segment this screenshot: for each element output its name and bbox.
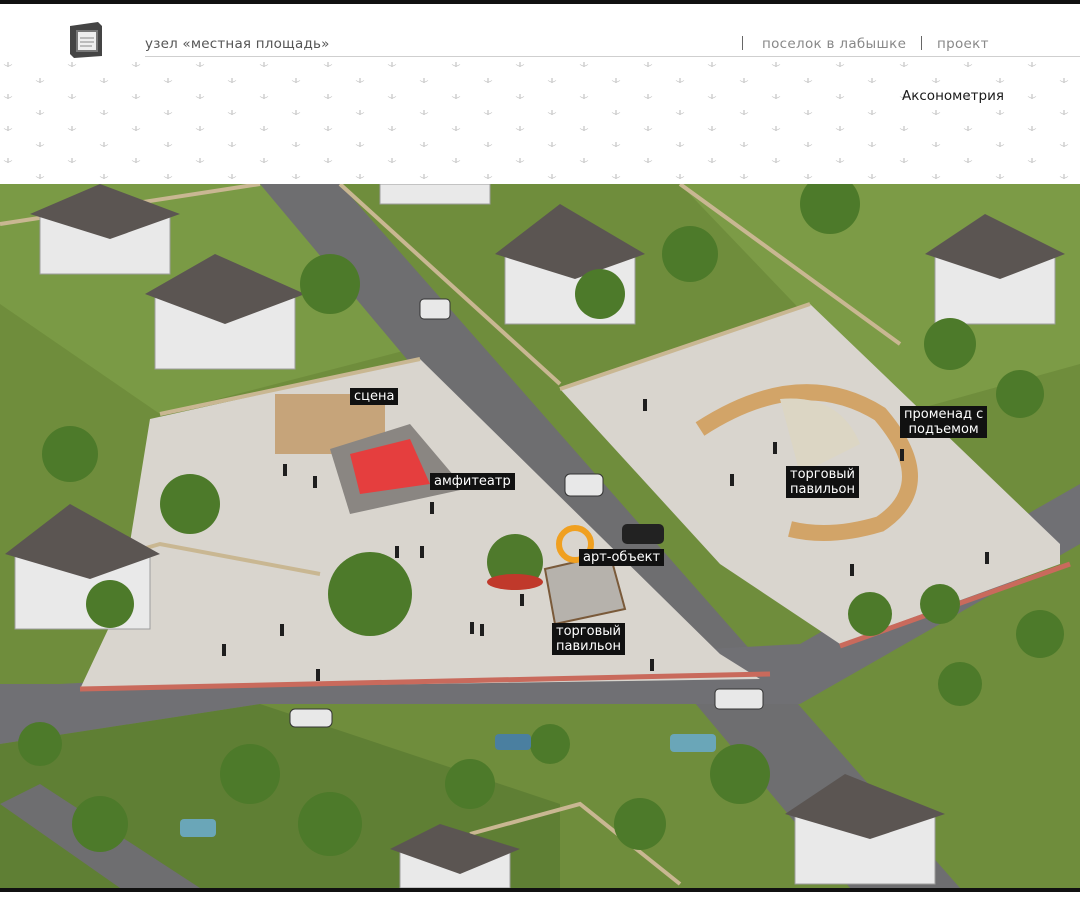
label-stage: сцена [350, 388, 399, 405]
label-trade-pavilion-2: торговый павильон [786, 466, 859, 498]
label-trade-pavilion-1: торговый павильон [552, 623, 625, 655]
logo-icon[interactable] [68, 22, 104, 58]
top-border [0, 0, 1080, 4]
nav-separator [921, 36, 922, 50]
page-title: узел «местная площадь» [145, 36, 330, 52]
arrow-pattern-background [0, 58, 1080, 184]
nav-link-project[interactable]: проект [937, 36, 989, 52]
header-divider [145, 56, 1080, 57]
nav-link-village[interactable]: поселок в лабышке [762, 36, 906, 52]
bottom-border [0, 888, 1080, 892]
label-promenade: променад с подъемом [900, 406, 988, 438]
label-art-object: арт-объект [579, 549, 665, 566]
label-amphitheatre: амфитеатр [430, 473, 515, 490]
section-title: Аксонометрия [902, 88, 1004, 104]
axonometric-rendering: сцена амфитеатр арт-объект торговый пави… [0, 184, 1080, 888]
nav-separator [742, 36, 743, 50]
